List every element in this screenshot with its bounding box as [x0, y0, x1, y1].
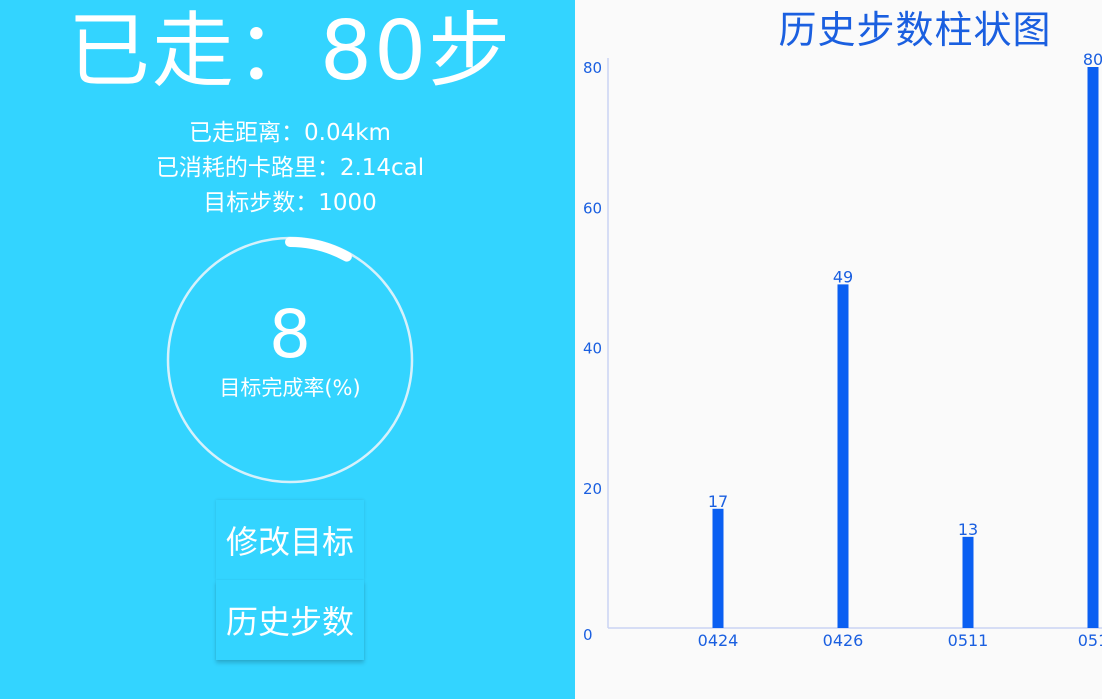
- completion-value: 8: [269, 296, 311, 373]
- bar: [837, 284, 849, 628]
- completion-ring: 8 目标完成率(%): [165, 235, 415, 485]
- bar: [962, 536, 974, 628]
- x-category-label: 0426: [823, 631, 864, 650]
- x-category-label: 0424: [698, 631, 739, 650]
- history-steps-button[interactable]: 历史步数: [216, 580, 364, 660]
- distance-text: 已走距离：0.04km: [189, 120, 391, 146]
- y-tick-label: 20: [583, 480, 602, 498]
- steps-walked-title: 已走：80步: [67, 4, 513, 99]
- goal-steps-text: 目标步数：1000: [203, 190, 377, 216]
- x-category-label: 051: [1078, 631, 1102, 650]
- history-bar-chart: 0 20 40 60 80 17 0424 49 0426 13 0511 80 051: [583, 50, 1102, 650]
- x-category-label: 0511: [948, 631, 989, 650]
- y-tick-label: 0: [583, 626, 593, 644]
- bar-value-label: 13: [958, 520, 978, 539]
- bar: [712, 508, 724, 628]
- bar-value-label: 49: [833, 267, 853, 286]
- modify-goal-button[interactable]: 修改目标: [216, 500, 364, 580]
- bar-value-label: 17: [708, 492, 728, 511]
- y-tick-label: 60: [583, 199, 602, 217]
- ring-progress-arc: [285, 237, 352, 262]
- calories-text: 已消耗的卡路里：2.14cal: [155, 155, 425, 181]
- bar: [1087, 67, 1099, 628]
- y-tick-label: 40: [583, 340, 602, 358]
- completion-label: 目标完成率(%): [219, 376, 361, 400]
- y-tick-label: 80: [583, 59, 602, 77]
- pedometer-panel: 已走：80步 已走距离：0.04km 已消耗的卡路里：2.14cal 目标步数：…: [0, 0, 575, 699]
- history-chart-panel: 历史步数柱状图 02040608017042449042613051180051: [575, 0, 1102, 699]
- bar-value-label: 80: [1083, 50, 1102, 69]
